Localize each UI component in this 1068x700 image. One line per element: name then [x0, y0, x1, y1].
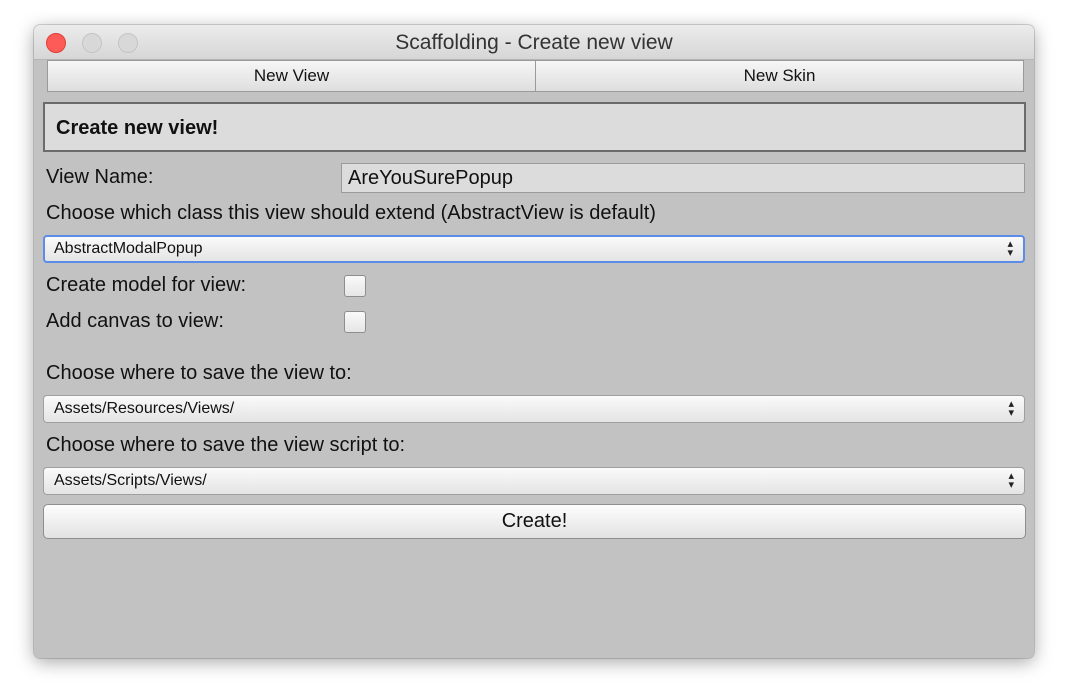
scaffolding-window: Scaffolding - Create new view New View N…: [34, 25, 1034, 658]
add-canvas-checkbox[interactable]: [344, 311, 366, 333]
create-model-checkbox[interactable]: [344, 275, 366, 297]
extend-class-value: AbstractModalPopup: [54, 240, 203, 257]
save-view-select[interactable]: Assets/Resources/Views/ ▴ ▾: [43, 395, 1025, 423]
add-canvas-label: Add canvas to view:: [46, 310, 224, 332]
form-header-title: Create new view!: [56, 117, 219, 139]
view-name-input[interactable]: AreYouSurePopup: [341, 163, 1025, 193]
tab-new-skin[interactable]: New Skin: [536, 61, 1023, 91]
create-button[interactable]: Create!: [43, 504, 1026, 539]
tab-bar: New View New Skin: [47, 60, 1024, 92]
up-down-arrows-icon: ▴ ▾: [1008, 398, 1014, 419]
tab-new-view[interactable]: New View: [48, 61, 536, 91]
extend-class-label: Choose which class this view should exte…: [46, 202, 656, 224]
save-script-value: Assets/Scripts/Views/: [54, 472, 207, 489]
up-down-arrows-icon: ▴ ▾: [1007, 238, 1013, 259]
form-header: Create new view!: [43, 102, 1026, 152]
extend-class-select[interactable]: AbstractModalPopup ▴ ▾: [43, 235, 1025, 263]
save-view-value: Assets/Resources/Views/: [54, 400, 235, 417]
save-script-select[interactable]: Assets/Scripts/Views/ ▴ ▾: [43, 467, 1025, 495]
save-view-label: Choose where to save the view to:: [46, 362, 352, 384]
create-model-label: Create model for view:: [46, 274, 247, 296]
view-name-label: View Name:: [46, 166, 154, 188]
window-title: Scaffolding - Create new view: [395, 31, 673, 54]
save-script-label: Choose where to save the view script to:: [46, 434, 406, 456]
title-bar[interactable]: Scaffolding - Create new view: [34, 25, 1034, 60]
up-down-arrows-icon: ▴ ▾: [1008, 470, 1014, 491]
